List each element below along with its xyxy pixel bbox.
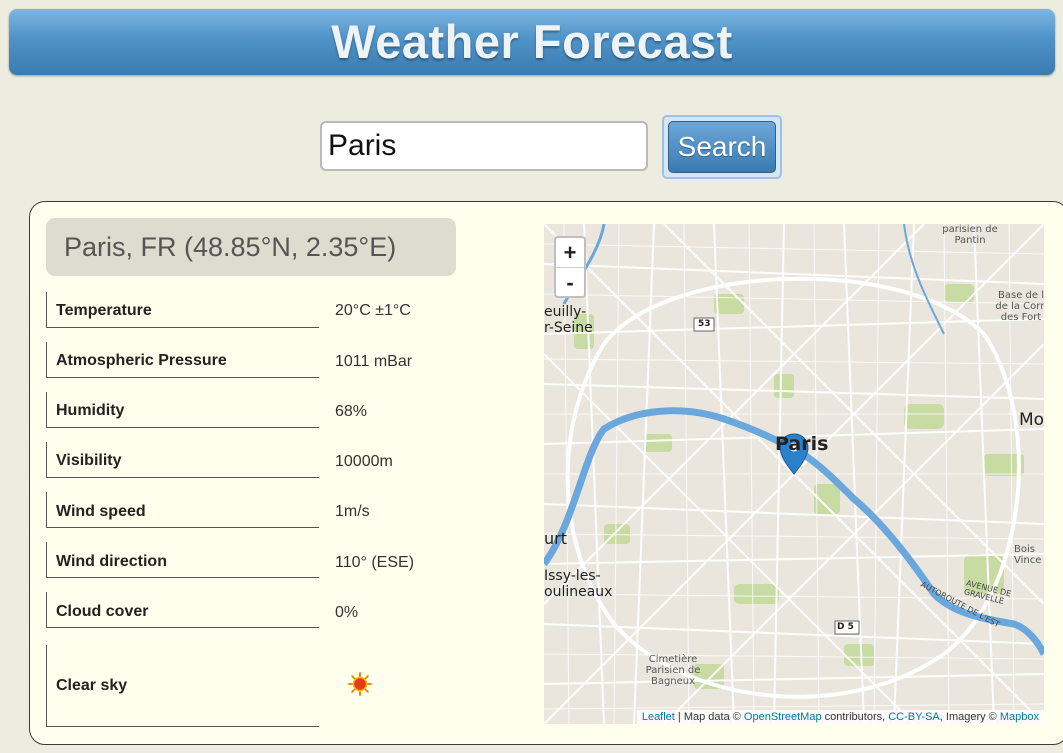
weather-row-wind-speed: Wind speed [46, 492, 319, 528]
openstreetmap-link[interactable]: OpenStreetMap [744, 711, 822, 723]
zoom-in-button[interactable]: + [556, 238, 584, 268]
weather-row-humidity: Humidity [46, 392, 319, 428]
location-title: Paris, FR (48.85°N, 2.35°E) [46, 218, 456, 276]
pressure-value: 1011 mBar [335, 353, 413, 370]
city-search-input[interactable] [320, 121, 648, 171]
weather-row-visibility: Visibility [46, 442, 319, 478]
map-attribution: Leaflet | Map data © OpenStreetMap contr… [636, 710, 1044, 724]
cloud-cover-label: Cloud cover [56, 603, 149, 620]
zoom-out-button[interactable]: - [556, 268, 584, 297]
wind-speed-label: Wind speed [56, 503, 146, 520]
wind-direction-label: Wind direction [56, 553, 167, 570]
search-button[interactable]: Search [668, 121, 776, 173]
city-map[interactable]: Paris parisien de Pantin euilly- r-Seine… [544, 224, 1044, 724]
humidity-label: Humidity [56, 402, 125, 419]
map-label-53: 53 [698, 319, 711, 329]
weather-row-wind-direction: Wind direction [46, 542, 319, 578]
visibility-value: 10000m [335, 453, 393, 470]
condition-label: Clear sky [56, 677, 128, 694]
map-label-issy: Issy-les- oulineaux [544, 568, 613, 600]
mapbox-link[interactable]: Mapbox [1000, 711, 1039, 723]
wind-speed-value: 1m/s [335, 503, 370, 520]
weather-row-condition: Clear sky [46, 645, 319, 727]
attrib-imagery: , Imagery © [939, 711, 1000, 723]
map-label-d5: D 5 [837, 622, 854, 632]
cloud-cover-value: 0% [335, 604, 359, 621]
temperature-value: 20°C ±1°C [335, 302, 411, 319]
sun-icon [348, 672, 372, 696]
map-label-neuilly: euilly- r-Seine [544, 304, 593, 336]
humidity-value: 68% [335, 403, 368, 420]
map-label-base: Base de l de la Corn des Fort [995, 290, 1044, 323]
visibility-label: Visibility [56, 452, 122, 469]
page-title: Weather Forecast [331, 15, 733, 68]
wind-direction-value: 110° (ESE) [335, 554, 415, 571]
app-header: Weather Forecast [9, 9, 1055, 75]
pressure-label: Atmospheric Pressure [56, 352, 227, 369]
cc-by-sa-link[interactable]: CC-BY-SA [888, 711, 940, 723]
map-label-bois: Bois Vince [1014, 544, 1042, 566]
weather-row-pressure: Atmospheric Pressure [46, 342, 319, 378]
search-button-focus-ring: Search [662, 115, 782, 179]
map-label-cimetiere: Cimetière Parisien de Bagneux [645, 654, 701, 687]
map-label-paris: Paris [775, 433, 829, 455]
weather-row-temperature: Temperature [46, 292, 319, 328]
attrib-contrib: contributors, [821, 711, 889, 723]
leaflet-link[interactable]: Leaflet [642, 711, 675, 723]
weather-row-cloud-cover: Cloud cover [46, 592, 319, 628]
map-label-mo: Mo [1019, 410, 1044, 430]
map-tiles[interactable] [544, 224, 1044, 724]
map-label-pantin: parisien de Pantin [942, 224, 998, 246]
map-label-urt: urt [544, 529, 567, 548]
attrib-sep1: | Map data © [674, 711, 744, 723]
temperature-label: Temperature [56, 302, 152, 319]
zoom-control: + - [554, 236, 586, 298]
